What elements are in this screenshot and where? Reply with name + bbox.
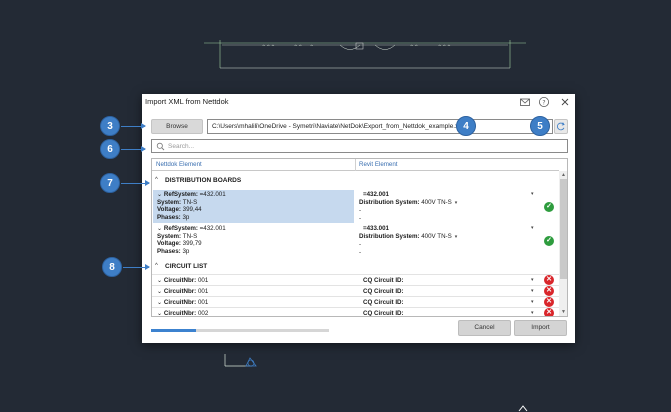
circuit-id-select[interactable]: CQ Circuit ID: <box>363 299 404 306</box>
search-icon <box>156 142 165 151</box>
scroll-up-icon[interactable]: ▲ <box>561 172 566 178</box>
scroll-down-icon[interactable]: ▼ <box>561 309 566 315</box>
chevron-down-icon[interactable]: ⌄ <box>157 310 164 316</box>
chevron-down-icon[interactable]: ▾ <box>531 288 534 294</box>
callout-arrow <box>123 264 150 270</box>
cad-drawing: ^ ^ ^ ^ ^ ^ ^ ^ ^ ^ ^ <box>204 40 526 69</box>
revit-cell[interactable]: =433.001 Distribution System: 400V TN-S ▾… <box>359 224 534 256</box>
cancel-button[interactable]: Cancel <box>458 320 511 336</box>
column-header-revit[interactable]: Revit Element <box>359 161 398 168</box>
chevron-down-icon[interactable]: ⌄ <box>157 277 164 284</box>
import-button[interactable]: Import <box>514 320 567 336</box>
callout-3: 3 <box>100 116 120 136</box>
chevron-down-icon[interactable]: ▾ <box>531 225 534 231</box>
chevron-down-icon[interactable]: ▾ <box>531 310 534 316</box>
svg-text:^: ^ <box>310 44 313 49</box>
nettdok-cell: ⌄ RefSystem: =432.001 System: TN-S Volta… <box>157 225 226 255</box>
svg-text:^ ^ ^: ^ ^ ^ <box>262 44 275 49</box>
chevron-down-icon[interactable]: ▾ <box>455 200 458 206</box>
progress-fill <box>151 329 196 332</box>
circuit-cell: ⌄ CircuitNbr: 001 <box>157 299 209 306</box>
callout-4: 4 <box>456 116 476 136</box>
nettdok-cell: ⌄ RefSystem: =432.001 System: TN-S Volta… <box>153 190 354 223</box>
mail-icon[interactable] <box>519 96 531 108</box>
x-icon: ✕ <box>544 297 554 307</box>
chevron-up-icon: ^ <box>155 263 158 269</box>
search-box <box>151 139 568 153</box>
table-row[interactable]: ⌄ CircuitNbr: 001 CQ Circuit ID: ▾ ✕ <box>152 296 559 307</box>
circuit-cell: ⌄ CircuitNbr: 001 <box>157 288 209 295</box>
chevron-down-icon[interactable]: ⌄ <box>157 225 164 232</box>
callout-8: 8 <box>102 257 122 277</box>
title-bar: Import XML from Nettdok ? <box>142 94 575 110</box>
callout-arrow <box>121 180 150 186</box>
callout-6: 6 <box>100 139 120 159</box>
table-row[interactable]: ⌄ CircuitNbr: 002 CQ Circuit ID: ▾ ✕ <box>152 307 559 317</box>
cad-symbol <box>224 354 257 367</box>
callout-5: 5 <box>530 116 550 136</box>
chevron-down-icon[interactable]: ⌄ <box>157 191 164 198</box>
svg-text:?: ? <box>542 99 545 106</box>
table-row[interactable]: ⌄ CircuitNbr: 001 CQ Circuit ID: ▾ ✕ <box>152 274 559 285</box>
circuit-id-select[interactable]: CQ Circuit ID: <box>363 310 404 316</box>
help-icon[interactable]: ? <box>538 96 550 108</box>
chevron-down-icon[interactable]: ▾ <box>455 234 458 240</box>
circuit-cell: ⌄ CircuitNbr: 002 <box>157 310 209 317</box>
chevron-down-icon[interactable]: ▾ <box>531 299 534 305</box>
circuit-id-select[interactable]: CQ Circuit ID: <box>363 288 404 295</box>
chevron-down-icon[interactable]: ▾ <box>531 191 534 197</box>
x-icon: ✕ <box>544 308 554 316</box>
x-icon: ✕ <box>544 275 554 285</box>
mapping-table: Nettdok Element Revit Element ^ DISTRIBU… <box>151 158 568 317</box>
scroll-thumb[interactable] <box>560 179 567 279</box>
callout-arrow <box>121 146 146 152</box>
circuit-cell: ⌄ CircuitNbr: 001 <box>157 277 209 284</box>
table-row[interactable]: ⌄ CircuitNbr: 001 CQ Circuit ID: ▾ ✕ <box>152 285 559 296</box>
chevron-down-icon[interactable]: ⌄ <box>157 288 164 295</box>
svg-text:^ ^ ^: ^ ^ ^ <box>438 44 451 49</box>
import-xml-dialog: Import XML from Nettdok ? Browse C:\User… <box>142 94 575 343</box>
svg-text:^ ^: ^ ^ <box>410 44 418 49</box>
revit-cell[interactable]: =432.001 Distribution System: 400V TN-S ▾… <box>359 190 534 222</box>
close-icon[interactable] <box>559 96 571 108</box>
section-circuit-list[interactable]: ^ CIRCUIT LIST <box>152 260 559 274</box>
chevron-up-icon: ^ <box>155 177 158 183</box>
callout-7: 7 <box>100 173 120 193</box>
check-icon: ✓ <box>544 236 554 246</box>
cursor-icon <box>518 405 528 412</box>
circuit-id-select[interactable]: CQ Circuit ID: <box>363 277 404 284</box>
search-input[interactable] <box>168 141 558 152</box>
browse-button[interactable]: Browse <box>151 119 203 134</box>
section-distribution-boards[interactable]: ^ DISTRIBUTION BOARDS <box>152 174 559 188</box>
chevron-down-icon[interactable]: ⌄ <box>157 299 164 306</box>
section-label: DISTRIBUTION BOARDS <box>165 177 242 184</box>
column-header-nettdok[interactable]: Nettdok Element <box>156 161 202 168</box>
table-header: Nettdok Element Revit Element <box>152 159 559 171</box>
check-icon: ✓ <box>544 202 554 212</box>
chevron-down-icon[interactable]: ▾ <box>531 277 534 283</box>
x-icon: ✕ <box>544 286 554 296</box>
refresh-button[interactable] <box>554 119 568 134</box>
table-row[interactable]: ⌄ RefSystem: =432.001 System: TN-S Volta… <box>152 190 559 223</box>
progress-bar <box>151 329 329 332</box>
dialog-title: Import XML from Nettdok <box>145 97 229 106</box>
table-row[interactable]: ⌄ RefSystem: =432.001 System: TN-S Volta… <box>152 224 559 257</box>
refresh-icon <box>557 122 565 131</box>
callout-arrow <box>121 123 146 129</box>
section-label: CIRCUIT LIST <box>165 263 208 270</box>
file-path-field[interactable]: C:\Users\mhalili\OneDrive - Symetri\Navi… <box>207 119 553 134</box>
table-scrollbar[interactable]: ▲ ▼ <box>559 171 567 316</box>
svg-text:^ ^: ^ ^ <box>294 44 302 49</box>
